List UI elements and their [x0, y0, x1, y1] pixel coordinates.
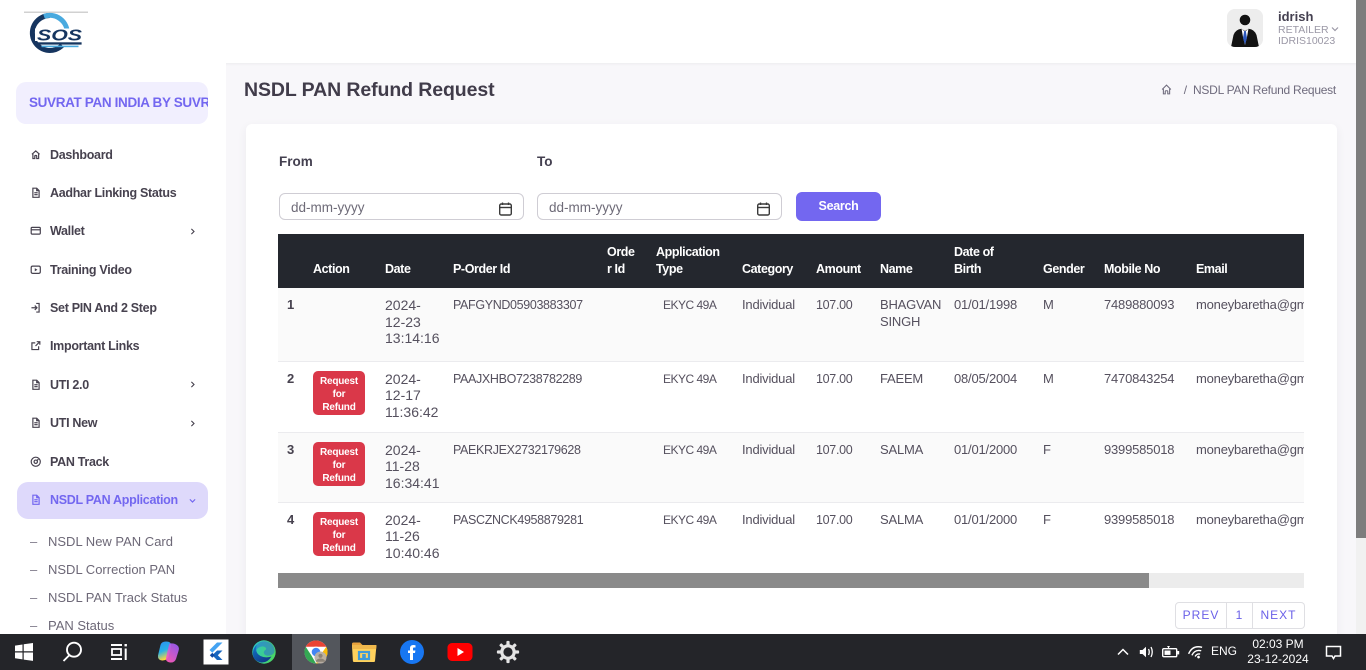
svg-text:SOS: SOS — [37, 27, 83, 44]
